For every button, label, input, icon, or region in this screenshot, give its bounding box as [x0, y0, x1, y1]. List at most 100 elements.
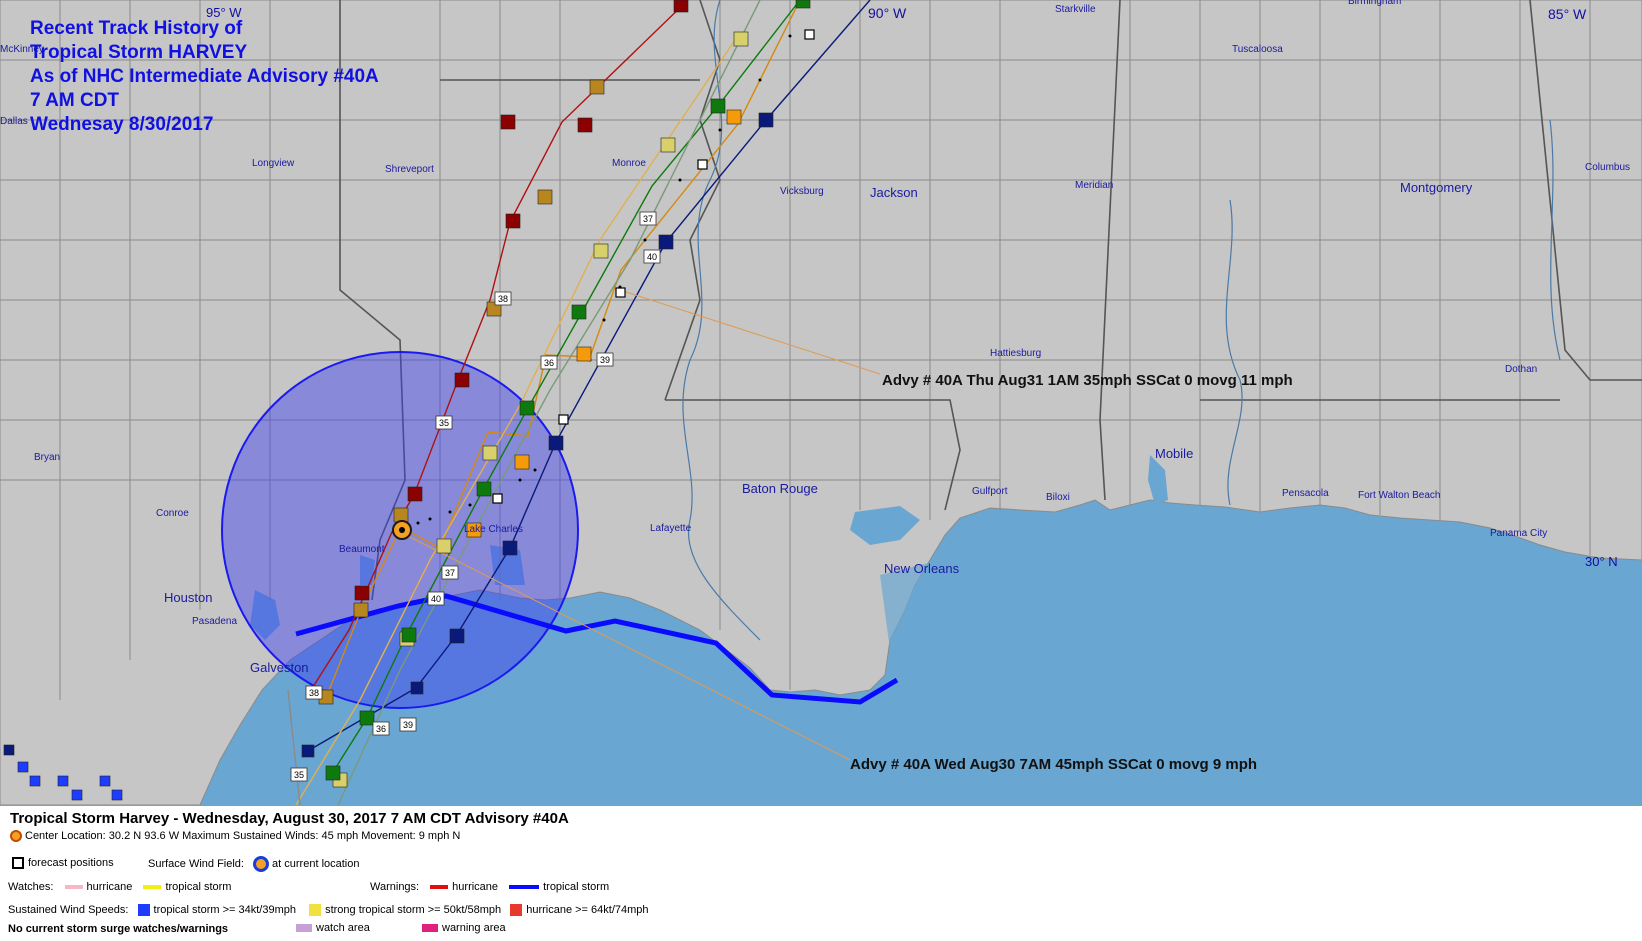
city-label: Columbus — [1585, 162, 1630, 173]
ts-navy-position-marker — [502, 540, 518, 556]
surface-wind-field-label: Surface Wind Field: — [148, 857, 244, 870]
city-label: Panama City — [1490, 528, 1547, 539]
warning-hurricane-swatch — [430, 885, 449, 890]
ts-green-position-marker — [401, 627, 417, 643]
svg-text:40: 40 — [431, 594, 441, 604]
city-label: Fort Walton Beach — [1358, 490, 1440, 501]
ts-navy-position-marker — [758, 112, 774, 128]
strong-ts-speed-label: strong tropical storm >= 50kt/58mph — [325, 904, 502, 916]
city-label: Shreveport — [385, 164, 434, 175]
storm-track-map[interactable]: 35 35 36 36 37 37 38 38 39 39 40 40 Recent Track Hi… — [0, 0, 1642, 805]
watch-area-label: watch area — [316, 922, 370, 934]
city-label: Starkville — [1055, 4, 1096, 15]
advisory-number-badge: 40 — [643, 249, 661, 264]
city-label: Dothan — [1505, 364, 1537, 375]
warning-hurricane-label: hurricane — [452, 881, 499, 893]
city-label: Jackson — [870, 185, 918, 200]
advisory-number-badge: 35 — [435, 415, 453, 430]
legend-forecast-positions: forecast positions — [12, 857, 114, 870]
hurricane-position-marker — [407, 486, 423, 502]
city-label: Birmingham — [1348, 0, 1401, 7]
legend-title: Tropical Storm Harvey - Wednesday, Augus… — [10, 810, 569, 827]
city-label: Biloxi — [1046, 492, 1070, 503]
forecast-position-swatch — [12, 857, 24, 870]
warning-ts-swatch — [509, 885, 540, 890]
watch-ts-label: tropical storm — [165, 881, 232, 893]
ts-speed-label: tropical storm >= 34kt/39mph — [153, 904, 296, 916]
advisory-number-badge: 39 — [596, 352, 614, 367]
ts-position-marker — [57, 775, 69, 787]
advisory-number-badge: 40 — [427, 591, 445, 606]
city-label: Longview — [252, 158, 295, 169]
ts-green-position-marker — [710, 98, 726, 114]
strong-ts-position-marker — [393, 507, 409, 523]
city-label: Vicksburg — [780, 186, 824, 197]
warning-area-swatch — [422, 924, 438, 933]
watches-label: Watches: — [8, 881, 54, 893]
city-label: Galveston — [250, 660, 309, 675]
hurricane-position-marker — [500, 114, 516, 130]
city-label: Pasadena — [192, 616, 237, 627]
ts-light-position-marker — [733, 31, 749, 47]
strong-ts-speed-swatch — [309, 904, 322, 917]
hurricane-position-marker — [673, 0, 689, 13]
ts-light-position-marker — [482, 445, 498, 461]
at-current-location-label: at current location — [272, 857, 360, 870]
legend-surface-wind-field: Surface Wind Field: at current location — [148, 856, 359, 872]
legend-warnings: Warnings: hurricane tropical storm — [370, 881, 609, 893]
surge-note: No current storm surge watches/warnings — [8, 923, 229, 935]
hurricane-position-marker — [577, 117, 593, 133]
ts-speed-swatch — [137, 904, 150, 917]
watch-area-swatch — [296, 924, 312, 933]
legend-sustained-winds: Sustained Wind Speeds: tropical storm >=… — [8, 904, 649, 917]
ts-position-marker — [17, 761, 29, 773]
legend-watch-area: watch area — [296, 922, 370, 934]
city-label: Pensacola — [1282, 488, 1329, 499]
ts-position-marker — [99, 775, 111, 787]
svg-text:40: 40 — [647, 252, 657, 262]
city-label: Montgomery — [1400, 180, 1473, 195]
map-title-line: Wednesay 8/30/2017 — [30, 114, 213, 135]
svg-text:38: 38 — [498, 294, 508, 304]
ts-light-position-marker — [593, 243, 609, 259]
watch-hurricane-swatch — [64, 885, 83, 890]
ts-navy-position-marker — [301, 744, 315, 758]
strong-ts-position-marker — [537, 189, 553, 205]
latitude-label: 30° N — [1585, 554, 1618, 569]
svg-text:35: 35 — [439, 418, 449, 428]
ts-position-marker — [71, 789, 83, 801]
city-label: New Orleans — [884, 561, 960, 576]
ts-navy-position-marker — [658, 234, 674, 250]
legend-watches: Watches: hurricane tropical storm — [8, 881, 231, 893]
strong-ts-position-marker — [353, 602, 369, 618]
ts-green-position-marker — [359, 710, 375, 726]
longitude-label: 85° W — [1548, 6, 1587, 22]
advisory-number-badge: 37 — [639, 211, 657, 226]
city-label: Gulfport — [972, 486, 1008, 497]
city-label: McKinney — [0, 44, 44, 55]
hurricane-position-marker — [354, 585, 370, 601]
advisory-number-badge: 38 — [494, 291, 512, 306]
city-label: Conroe — [156, 508, 189, 519]
center-location-icon — [10, 830, 22, 843]
ts-orange-position-marker — [514, 454, 530, 470]
hurricane-speed-swatch — [510, 904, 523, 917]
advisory-annotation: Advy # 40A Thu Aug31 1AM 35mph SSCat 0 m… — [882, 372, 1293, 389]
strong-ts-position-marker — [589, 79, 605, 95]
ts-position-marker — [29, 775, 41, 787]
city-label: Lafayette — [650, 523, 692, 534]
warning-ts-label: tropical storm — [543, 881, 610, 893]
ts-green-position-marker — [519, 400, 535, 416]
svg-text:36: 36 — [376, 724, 386, 734]
svg-text:36: 36 — [544, 358, 554, 368]
ts-green-position-marker — [476, 481, 492, 497]
svg-text:37: 37 — [643, 214, 653, 224]
sustained-wind-label: Sustained Wind Speeds: — [8, 904, 129, 916]
svg-text:35: 35 — [294, 770, 304, 780]
ts-orange-position-marker — [576, 346, 592, 362]
ts-navy-position-marker — [548, 435, 564, 451]
warning-area-label: warning area — [442, 922, 506, 934]
forecast-positions-label: forecast positions — [28, 857, 114, 869]
legend-warning-area: warning area — [422, 922, 506, 934]
city-label: Mobile — [1155, 446, 1193, 461]
